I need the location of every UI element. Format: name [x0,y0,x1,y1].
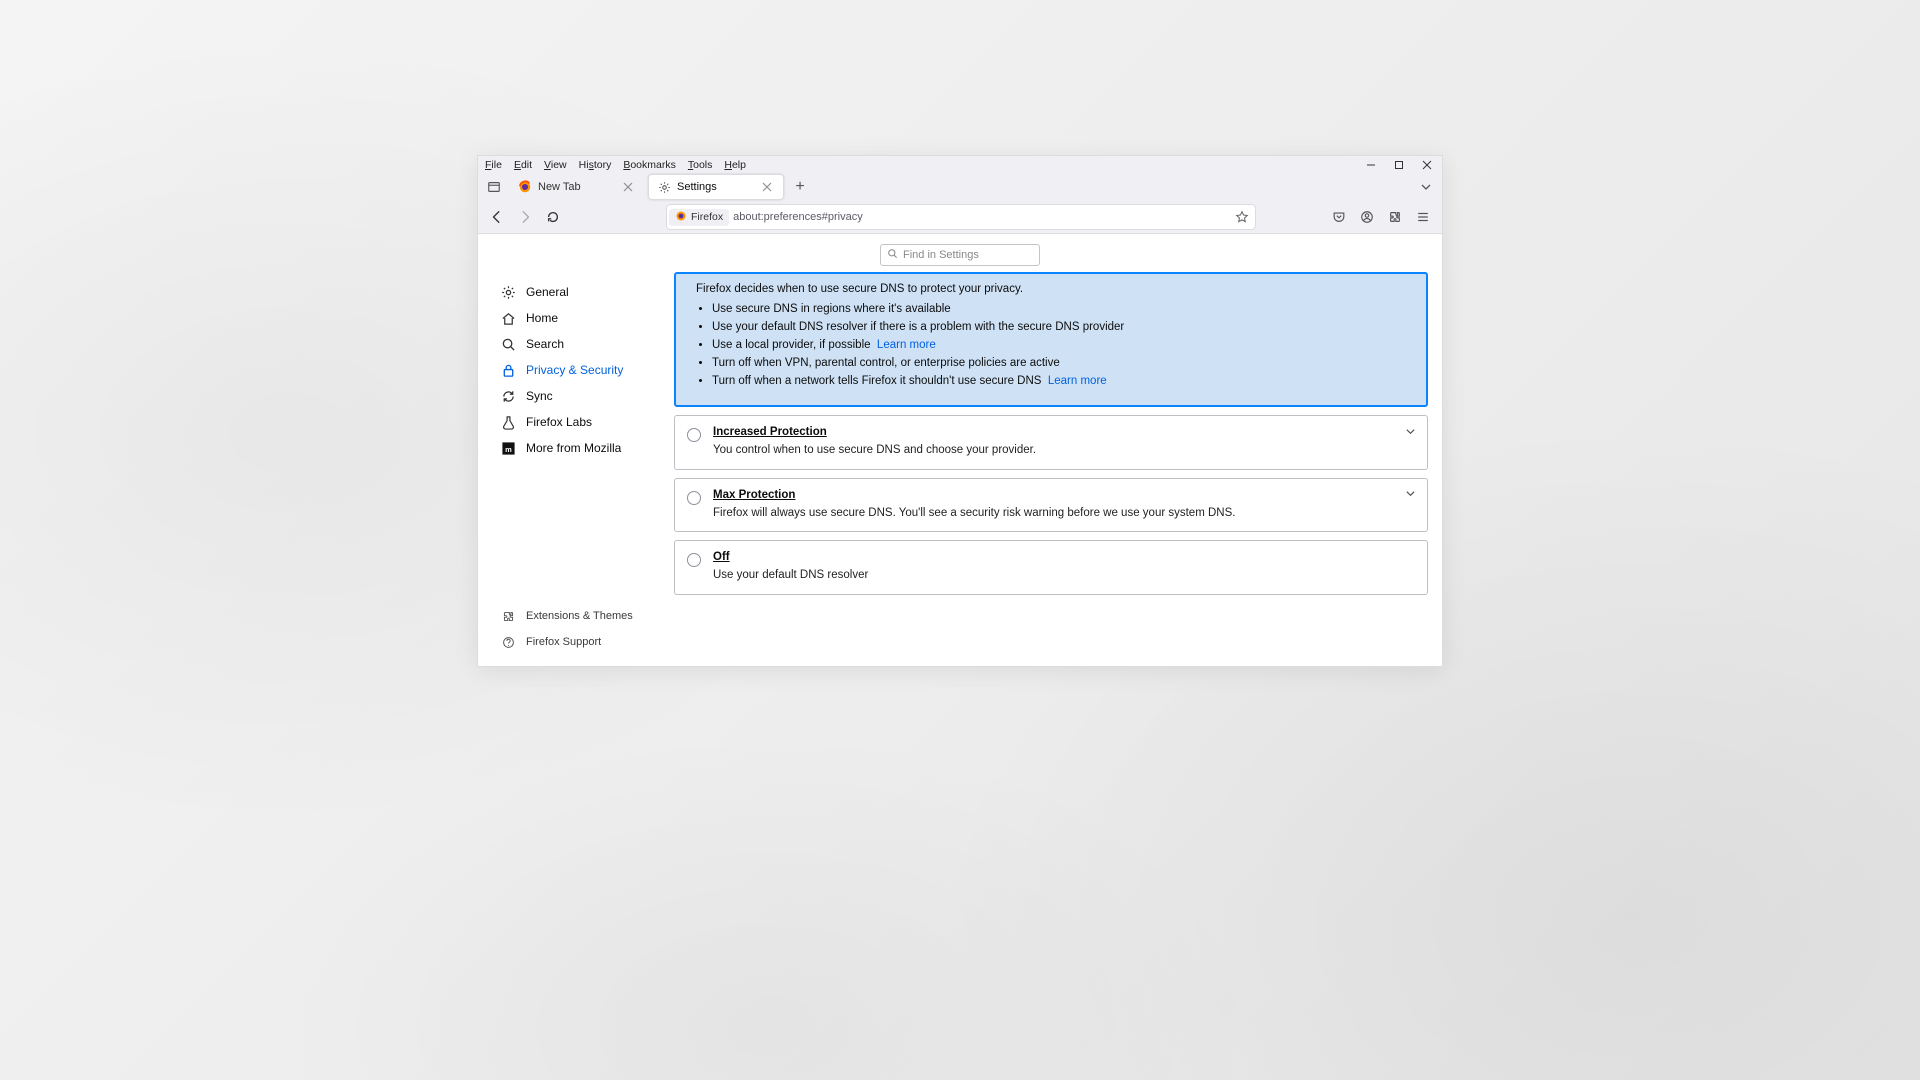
settings-main: General Home Search [478,272,1442,666]
back-button[interactable] [484,204,510,230]
svg-text:m: m [505,444,512,453]
dns-bullet: Use secure DNS in regions where it's ava… [712,303,1413,315]
firefox-favicon-icon [518,180,532,194]
sync-icon [500,388,516,404]
sidebar-item-label: Home [526,311,558,325]
chevron-down-icon[interactable] [1401,422,1419,440]
dns-default-description: Firefox decides when to use secure DNS t… [696,283,1413,295]
radio-button[interactable] [687,491,699,503]
menu-file[interactable]: File [480,159,507,171]
menu-tools[interactable]: Tools [683,159,718,171]
sidebar-item-label: Firefox Labs [526,415,592,429]
url-text: about:preferences#privacy [733,211,1227,223]
gear-icon [657,180,671,194]
maximize-button[interactable] [1386,157,1412,173]
radio-button[interactable] [687,428,699,440]
dns-default-bullet-list: Use secure DNS in regions where it's ava… [696,303,1413,387]
content-area: Find in Settings General [478,234,1442,666]
nav-toolbar: Firefox about:preferences#privacy [478,201,1442,234]
tab-strip: New Tab Settings + [478,173,1442,201]
dns-bullet: Turn off when a network tells Firefox it… [712,375,1413,387]
option-description: Firefox will always use secure DNS. You'… [713,505,1413,522]
sidebar-item-label: Sync [526,389,553,403]
search-icon [500,336,516,352]
sidebar-footer-label: Extensions & Themes [526,610,633,622]
recent-browsing-button[interactable] [482,175,506,199]
close-window-button[interactable] [1414,157,1440,173]
menu-bookmarks[interactable]: Bookmarks [618,159,681,171]
dns-bullet: Turn off when VPN, parental control, or … [712,357,1413,369]
settings-search-input[interactable]: Find in Settings [880,244,1040,266]
browser-window: File Edit View History Bookmarks Tools H… [477,155,1443,667]
sidebar-item-label: Privacy & Security [526,363,623,377]
dns-option-default-protection[interactable]: Firefox decides when to use secure DNS t… [674,272,1428,407]
close-tab-button[interactable] [759,179,775,195]
sidebar-item-label: Search [526,337,564,351]
reload-button[interactable] [540,204,566,230]
option-title: Max Protection [713,489,1413,501]
home-icon [500,310,516,326]
tab-label: Settings [677,181,753,193]
dns-bullet: Use a local provider, if possible Learn … [712,339,1413,351]
menu-history[interactable]: History [574,159,617,171]
forward-button[interactable] [512,204,538,230]
menubar: File Edit View History Bookmarks Tools H… [478,156,1442,173]
sidebar-footer-extensions[interactable]: Extensions & Themes [500,608,670,624]
dns-option-off[interactable]: Off Use your default DNS resolver [674,540,1428,595]
option-title: Increased Protection [713,426,1413,438]
settings-pane[interactable]: Firefox decides when to use secure DNS t… [674,272,1442,666]
identity-badge[interactable]: Firefox [669,209,729,226]
sidebar-item-privacy[interactable]: Privacy & Security [500,362,670,378]
sidebar-footer-label: Firefox Support [526,636,601,648]
radio-button[interactable] [687,553,699,565]
option-description: You control when to use secure DNS and c… [713,442,1413,459]
new-tab-button[interactable]: + [788,175,812,199]
sidebar-item-labs[interactable]: Firefox Labs [500,414,670,430]
menu-edit[interactable]: Edit [509,159,537,171]
sidebar-item-home[interactable]: Home [500,310,670,326]
puzzle-icon [500,608,516,624]
identity-label: Firefox [691,211,723,223]
gear-icon [500,284,516,300]
learn-more-link[interactable]: Learn more [1048,375,1107,387]
tab-label: New Tab [538,181,614,193]
tab-settings[interactable]: Settings [648,174,784,200]
extensions-button[interactable] [1382,204,1408,230]
sidebar-footer-support[interactable]: Firefox Support [500,634,670,650]
firefox-logo-icon [675,210,687,225]
sidebar-item-search[interactable]: Search [500,336,670,352]
chevron-down-icon[interactable] [1401,485,1419,503]
flask-icon [500,414,516,430]
settings-search-row: Find in Settings [478,234,1442,272]
learn-more-link[interactable]: Learn more [877,339,936,351]
settings-body: Find in Settings General [478,234,1442,666]
tab-new-tab[interactable]: New Tab [510,175,644,199]
minimize-button[interactable] [1358,157,1384,173]
dns-option-max-protection[interactable]: Max Protection Firefox will always use s… [674,478,1428,533]
app-menu-button[interactable] [1410,204,1436,230]
question-icon [500,634,516,650]
sidebar-item-sync[interactable]: Sync [500,388,670,404]
menu-help[interactable]: Help [719,159,751,171]
list-all-tabs-button[interactable] [1414,175,1438,199]
menu-view[interactable]: View [539,159,572,171]
option-title: Off [713,551,1413,563]
account-button[interactable] [1354,204,1380,230]
sidebar-item-mozilla[interactable]: m More from Mozilla [500,440,670,456]
url-bar[interactable]: Firefox about:preferences#privacy [666,204,1256,230]
sidebar-item-label: General [526,285,569,299]
search-placeholder: Find in Settings [903,249,979,261]
close-tab-button[interactable] [620,179,636,195]
settings-sidebar: General Home Search [478,272,674,666]
dns-bullet: Use your default DNS resolver if there i… [712,321,1413,333]
option-description: Use your default DNS resolver [713,567,1413,584]
lock-icon [500,362,516,378]
search-icon [887,248,898,262]
bookmark-star-button[interactable] [1231,206,1253,228]
save-to-pocket-button[interactable] [1326,204,1352,230]
sidebar-item-label: More from Mozilla [526,441,621,455]
sidebar-item-general[interactable]: General [500,284,670,300]
dns-option-increased-protection[interactable]: Increased Protection You control when to… [674,415,1428,470]
mozilla-icon: m [500,440,516,456]
